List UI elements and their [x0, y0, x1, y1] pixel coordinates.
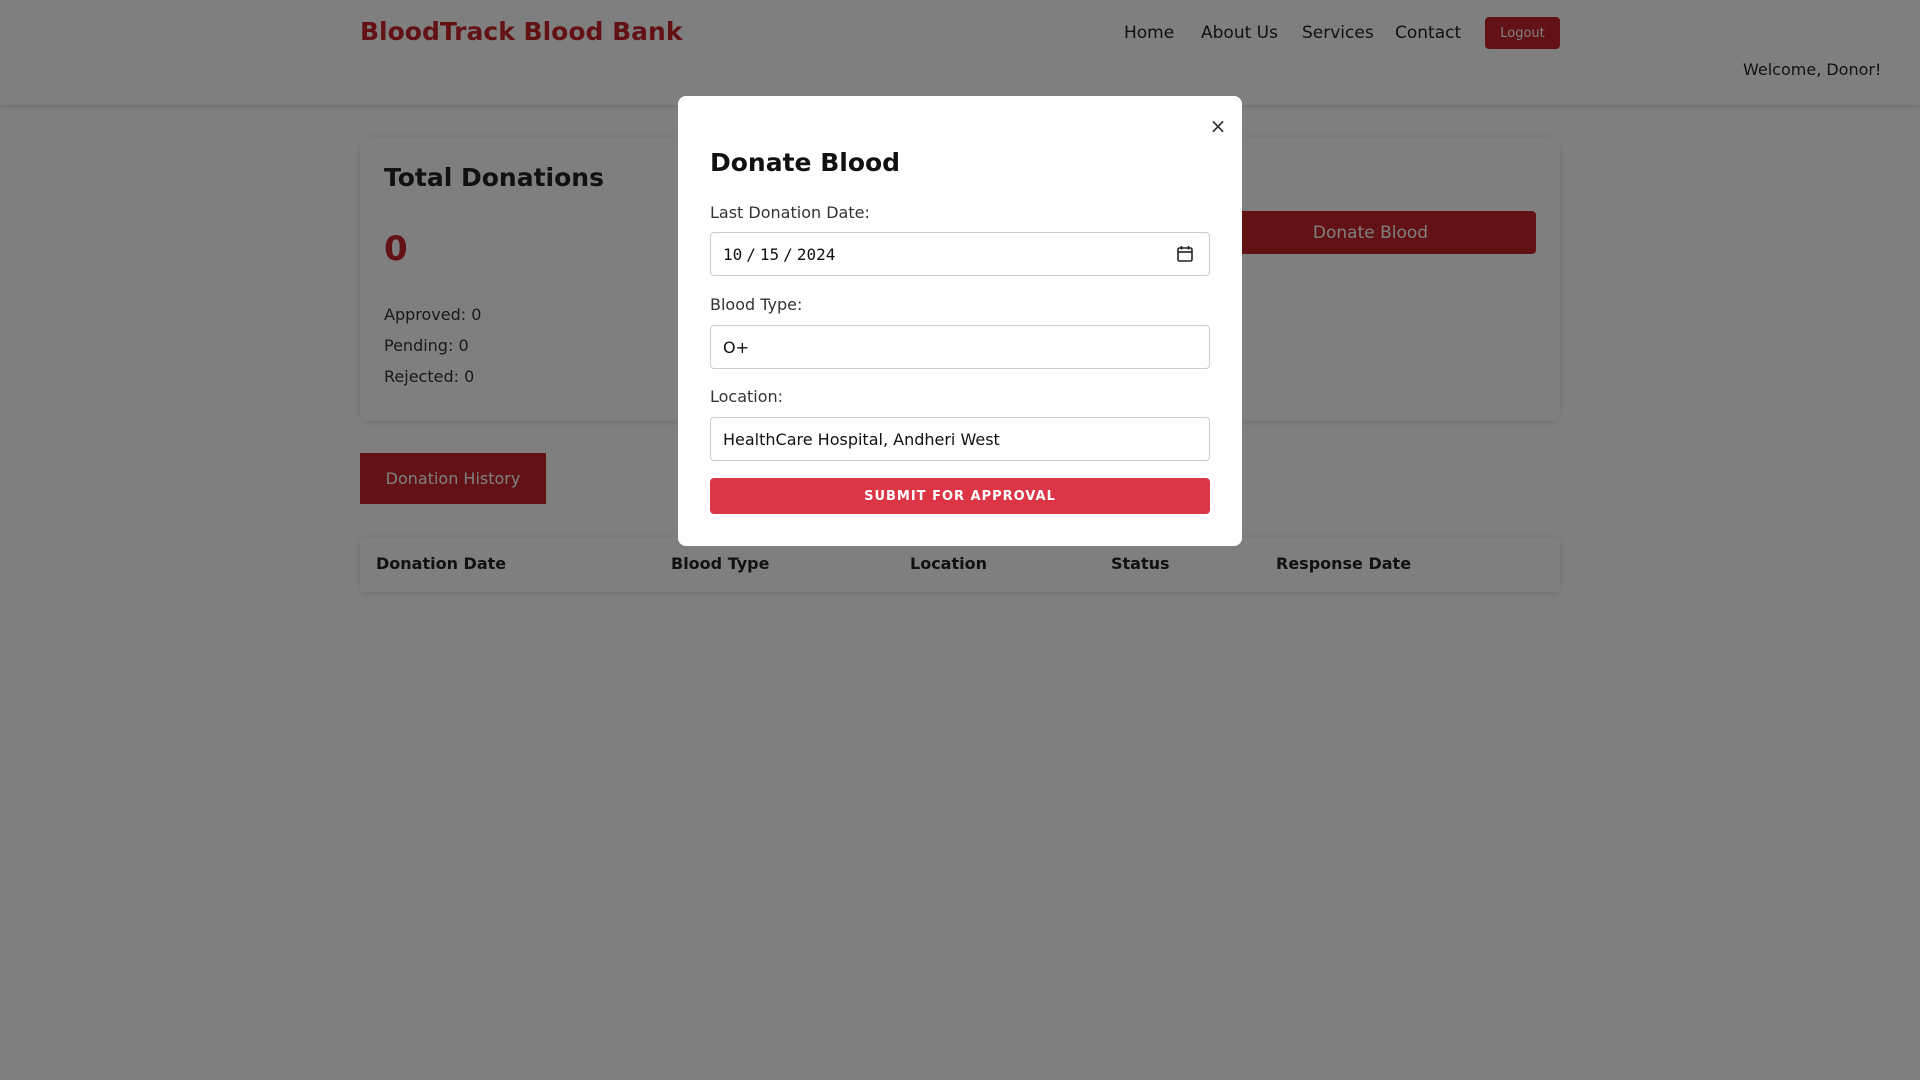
blood-type-input[interactable]: O+	[710, 325, 1210, 369]
date-separator: /	[746, 244, 756, 264]
last-donation-date-label: Last Donation Date:	[710, 203, 870, 222]
last-donation-date-input[interactable]: 10 / 15 / 2024	[710, 232, 1210, 276]
location-input[interactable]: HealthCare Hospital, Andheri West	[710, 417, 1210, 461]
donate-blood-modal: × Donate Blood Last Donation Date: 10 / …	[678, 96, 1242, 546]
calendar-icon[interactable]	[1177, 245, 1193, 263]
modal-title: Donate Blood	[710, 148, 901, 177]
blood-type-label: Blood Type:	[710, 295, 803, 314]
date-year[interactable]: 2024	[797, 245, 836, 264]
date-day[interactable]: 15	[760, 245, 779, 264]
date-separator: /	[783, 244, 793, 264]
submit-for-approval-button[interactable]: SUBMIT FOR APPROVAL	[710, 478, 1210, 514]
date-month[interactable]: 10	[723, 245, 742, 264]
location-label: Location:	[710, 387, 784, 406]
close-icon[interactable]: ×	[1208, 116, 1228, 136]
